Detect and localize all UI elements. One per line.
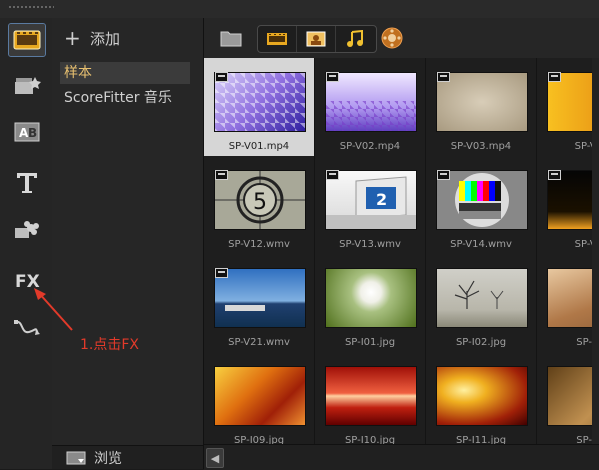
show-audio-icon xyxy=(347,30,363,47)
media-grid: SP-V01.mp4 SP-V02.mp4 SP-V03.mp4 SP-V06 … xyxy=(204,58,599,444)
sort-options-button[interactable] xyxy=(380,26,404,50)
show-photos-icon xyxy=(306,31,326,47)
video-badge-icon xyxy=(215,72,228,82)
horizontal-scrollbar[interactable]: ◀ xyxy=(204,444,599,470)
thumbnail-image xyxy=(436,268,528,328)
clip-label: SP-V14.wmv xyxy=(450,239,512,250)
clip-thumbnail[interactable]: SP-V02.mp4 xyxy=(315,58,425,156)
grid-divider xyxy=(425,58,426,444)
clip-thumbnail[interactable]: SP-I09.jpg xyxy=(204,352,314,444)
clip-thumbnail[interactable]: SP-V06 xyxy=(537,58,599,156)
clip-label: SP-V03.mp4 xyxy=(450,141,512,152)
svg-text:2: 2 xyxy=(376,190,387,209)
clip-thumbnail[interactable]: SP-I02.jpg xyxy=(426,254,536,352)
clip-thumbnail[interactable]: 2 SP-V13.wmv xyxy=(315,156,425,254)
show-videos-icon xyxy=(267,33,287,45)
browse-label: 浏览 xyxy=(94,450,122,467)
show-photos-button[interactable] xyxy=(297,26,336,52)
svg-text:5: 5 xyxy=(253,190,267,215)
clip-thumbnail[interactable]: SP-V15 xyxy=(537,156,599,254)
clip-label: SP-I01.jpg xyxy=(344,337,396,348)
folder-icon xyxy=(220,31,242,47)
clip-label: SP-V01.mp4 xyxy=(228,141,290,152)
video-badge-icon xyxy=(548,72,561,82)
chevron-left-icon: ◀ xyxy=(210,451,220,465)
clip-label: SP-I12 xyxy=(576,435,599,444)
media-filter-group xyxy=(257,25,377,53)
clip-label: SP-V15 xyxy=(574,239,599,250)
video-badge-icon xyxy=(326,170,339,180)
clip-label: SP-I02.jpg xyxy=(455,337,507,348)
library-item-scorefitter[interactable]: ScoreFitter 音乐 xyxy=(60,87,190,109)
show-videos-button[interactable] xyxy=(258,26,297,52)
clip-label: SP-V21.wmv xyxy=(228,337,290,348)
grip-handle[interactable] xyxy=(8,5,54,9)
thumbnail-image xyxy=(436,366,528,426)
grid-divider xyxy=(314,58,315,444)
library-panel: + 添加 样本 ScoreFitter 音乐 浏览 xyxy=(52,18,205,469)
clip-label: SP-V02.mp4 xyxy=(339,141,401,152)
clip-thumbnail[interactable]: 5 SP-V12.wmv xyxy=(204,156,314,254)
clip-thumbnail[interactable]: SP-I10.jpg xyxy=(315,352,425,444)
annotation-label: 1.点击FX xyxy=(80,337,140,353)
media-tool-icon xyxy=(13,30,41,50)
grid-divider xyxy=(536,58,537,444)
graphic-icon xyxy=(15,221,39,238)
tool-strip: A B FX xyxy=(0,18,53,469)
add-folder-button[interactable]: + 添加 xyxy=(64,27,120,49)
plus-icon: + xyxy=(64,26,81,50)
video-badge-icon xyxy=(548,170,561,180)
import-folder-button[interactable] xyxy=(218,26,244,50)
clip-label: SP-I09.jpg xyxy=(233,435,285,444)
thumbnail-image xyxy=(325,366,417,426)
transition-button[interactable]: A B xyxy=(9,116,45,148)
thumbnail-image xyxy=(214,366,306,426)
title-button[interactable] xyxy=(9,166,45,198)
transition-icon: A B xyxy=(14,122,40,142)
clip-thumbnail[interactable]: SP-V21.wmv xyxy=(204,254,314,352)
clip-label: SP-V12.wmv xyxy=(228,239,290,250)
clip-thumbnail[interactable]: SP-I11.jpg xyxy=(426,352,536,444)
folder-browse-icon xyxy=(66,451,86,464)
clip-thumbnail[interactable]: SP-V03.mp4 xyxy=(426,58,536,156)
clip-label: SP-I11.jpg xyxy=(455,435,507,444)
browse-button[interactable]: 浏览 xyxy=(52,445,203,469)
media-tool-button[interactable] xyxy=(8,23,46,57)
instant-project-icon xyxy=(15,77,41,94)
title-icon xyxy=(17,173,37,193)
video-badge-icon xyxy=(437,170,450,180)
vertical-scrollbar[interactable] xyxy=(592,58,599,444)
svg-text:B: B xyxy=(28,126,37,140)
clip-thumbnail[interactable]: SP-V14.wmv xyxy=(426,156,536,254)
clip-thumbnail[interactable]: SP-V01.mp4 xyxy=(204,58,314,156)
library-item-samples[interactable]: 样本 xyxy=(60,62,190,84)
video-badge-icon xyxy=(437,72,450,82)
annotation-arrow xyxy=(34,288,73,331)
clip-label: SP-V06 xyxy=(574,141,599,152)
clip-thumbnail[interactable]: SP-I03 xyxy=(537,254,599,352)
sort-icon xyxy=(381,27,403,49)
clip-thumbnail[interactable]: SP-I12 xyxy=(537,352,599,444)
thumbnail-image xyxy=(325,268,417,328)
clip-label: SP-V13.wmv xyxy=(339,239,401,250)
graphic-button[interactable] xyxy=(9,214,45,246)
instant-project-button[interactable] xyxy=(9,70,45,102)
clip-label: SP-I10.jpg xyxy=(344,435,396,444)
video-badge-icon xyxy=(215,170,228,180)
clip-label: SP-I03 xyxy=(576,337,599,348)
library-toolbar xyxy=(204,18,599,58)
clip-thumbnail[interactable]: SP-I01.jpg xyxy=(315,254,425,352)
top-bar xyxy=(0,0,599,19)
show-audio-button[interactable] xyxy=(336,26,374,52)
add-label: 添加 xyxy=(90,29,121,48)
video-badge-icon xyxy=(215,268,228,278)
video-badge-icon xyxy=(326,72,339,82)
scroll-left-button[interactable]: ◀ xyxy=(206,448,224,468)
